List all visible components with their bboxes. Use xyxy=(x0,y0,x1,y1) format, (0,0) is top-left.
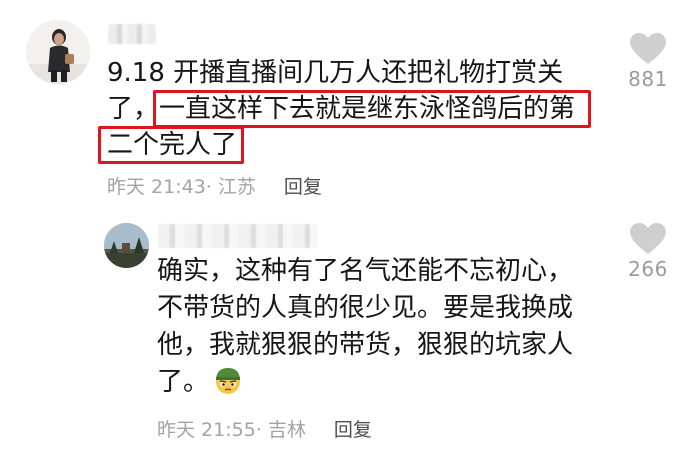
commenter-avatar[interactable] xyxy=(26,20,90,84)
reply-line-4-text: 了。 xyxy=(157,367,210,397)
comment-meta: 昨天 21:43· 江苏 回复 xyxy=(107,172,322,199)
reply-like: 266 xyxy=(618,223,678,281)
reply-line-1: 确实，这种有了名气还能不忘初心， xyxy=(157,256,574,286)
reply-line-4: 了。 xyxy=(157,364,597,401)
like-count: 266 xyxy=(628,257,668,281)
commenter-username-blurred[interactable] xyxy=(108,24,156,44)
comment-like: 881 xyxy=(618,33,678,91)
comment-location: · 江苏 xyxy=(205,176,256,198)
reply-line-2: 不带货的人真的很少见。要是我换成 xyxy=(157,293,574,323)
like-count: 881 xyxy=(628,67,668,91)
comment-time: 昨天 21:43 xyxy=(107,176,206,198)
replier-username-blurred[interactable] xyxy=(158,224,318,248)
reply-button[interactable]: 回复 xyxy=(284,176,322,198)
comment-body: 9.18 开播直播间几万人还把礼物打赏关 了，一直这样下去就是继东泳怪鸽后的第 … xyxy=(98,55,612,164)
red-highlight-box xyxy=(153,90,591,128)
reply-meta: 昨天 21:55· 吉林 回复 xyxy=(157,415,372,442)
comment-line-2-prefix: 了， xyxy=(107,94,160,124)
replier-avatar[interactable] xyxy=(104,223,149,268)
comment-thread: 9.18 开播直播间几万人还把礼物打赏关 了，一直这样下去就是继东泳怪鸽后的第 … xyxy=(0,0,689,452)
comment-line-1: 9.18 开播直播间几万人还把礼物打赏关 xyxy=(107,58,564,88)
reply-line-3: 他，我就狠狠的带货，狠狠的坑家人 xyxy=(157,330,574,360)
heart-icon[interactable] xyxy=(630,223,666,255)
soldier-face-emoji-icon xyxy=(213,365,243,395)
reply-location: · 吉林 xyxy=(255,419,306,441)
heart-icon[interactable] xyxy=(630,33,666,65)
comment-line-3: 二个完人了 xyxy=(98,126,612,164)
comment-line-2: 了，一直这样下去就是继东泳怪鸽后的第 xyxy=(107,90,612,128)
red-highlight-box xyxy=(98,126,244,164)
reply-time: 昨天 21:55 xyxy=(157,419,256,441)
reply-body: 确实，这种有了名气还能不忘初心， 不带货的人真的很少见。要是我换成 他，我就狠狠… xyxy=(157,253,597,401)
reply-button[interactable]: 回复 xyxy=(334,419,372,441)
